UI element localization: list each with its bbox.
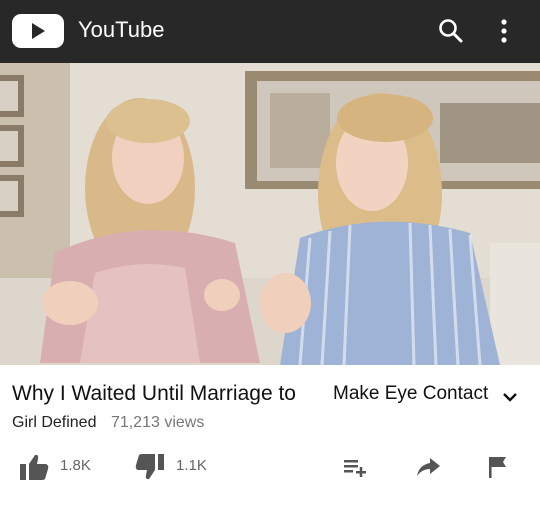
video-title-annotation: Make Eye Contact bbox=[333, 383, 489, 404]
more-vert-icon[interactable] bbox=[494, 16, 514, 46]
video-title: Why I Waited Until Marriage to bbox=[12, 382, 296, 405]
app-header: YouTube bbox=[0, 0, 540, 63]
channel-name[interactable]: Girl Defined bbox=[12, 414, 96, 431]
thumb-down-icon[interactable] bbox=[134, 452, 166, 482]
video-title-row[interactable]: Why I Waited Until Marriage to Make Eye … bbox=[12, 378, 532, 412]
like-count: 1.8K bbox=[60, 457, 91, 474]
thumb-up-icon[interactable] bbox=[18, 452, 50, 482]
app-title: YouTube bbox=[78, 17, 165, 42]
add-to-playlist-icon[interactable] bbox=[342, 452, 370, 482]
video-meta: Girl Defined 71,213 views bbox=[12, 414, 204, 436]
dislike-count: 1.1K bbox=[176, 457, 207, 474]
video-frame-image bbox=[0, 63, 540, 365]
video-player[interactable] bbox=[0, 63, 540, 365]
flag-icon[interactable] bbox=[486, 452, 510, 482]
youtube-logo-icon[interactable] bbox=[12, 14, 64, 48]
search-icon[interactable] bbox=[436, 16, 466, 46]
chevron-down-icon[interactable] bbox=[502, 389, 518, 405]
share-icon[interactable] bbox=[414, 452, 442, 482]
view-count: 71,213 views bbox=[110, 414, 205, 431]
action-bar: 1.8K 1.1K bbox=[0, 452, 540, 486]
